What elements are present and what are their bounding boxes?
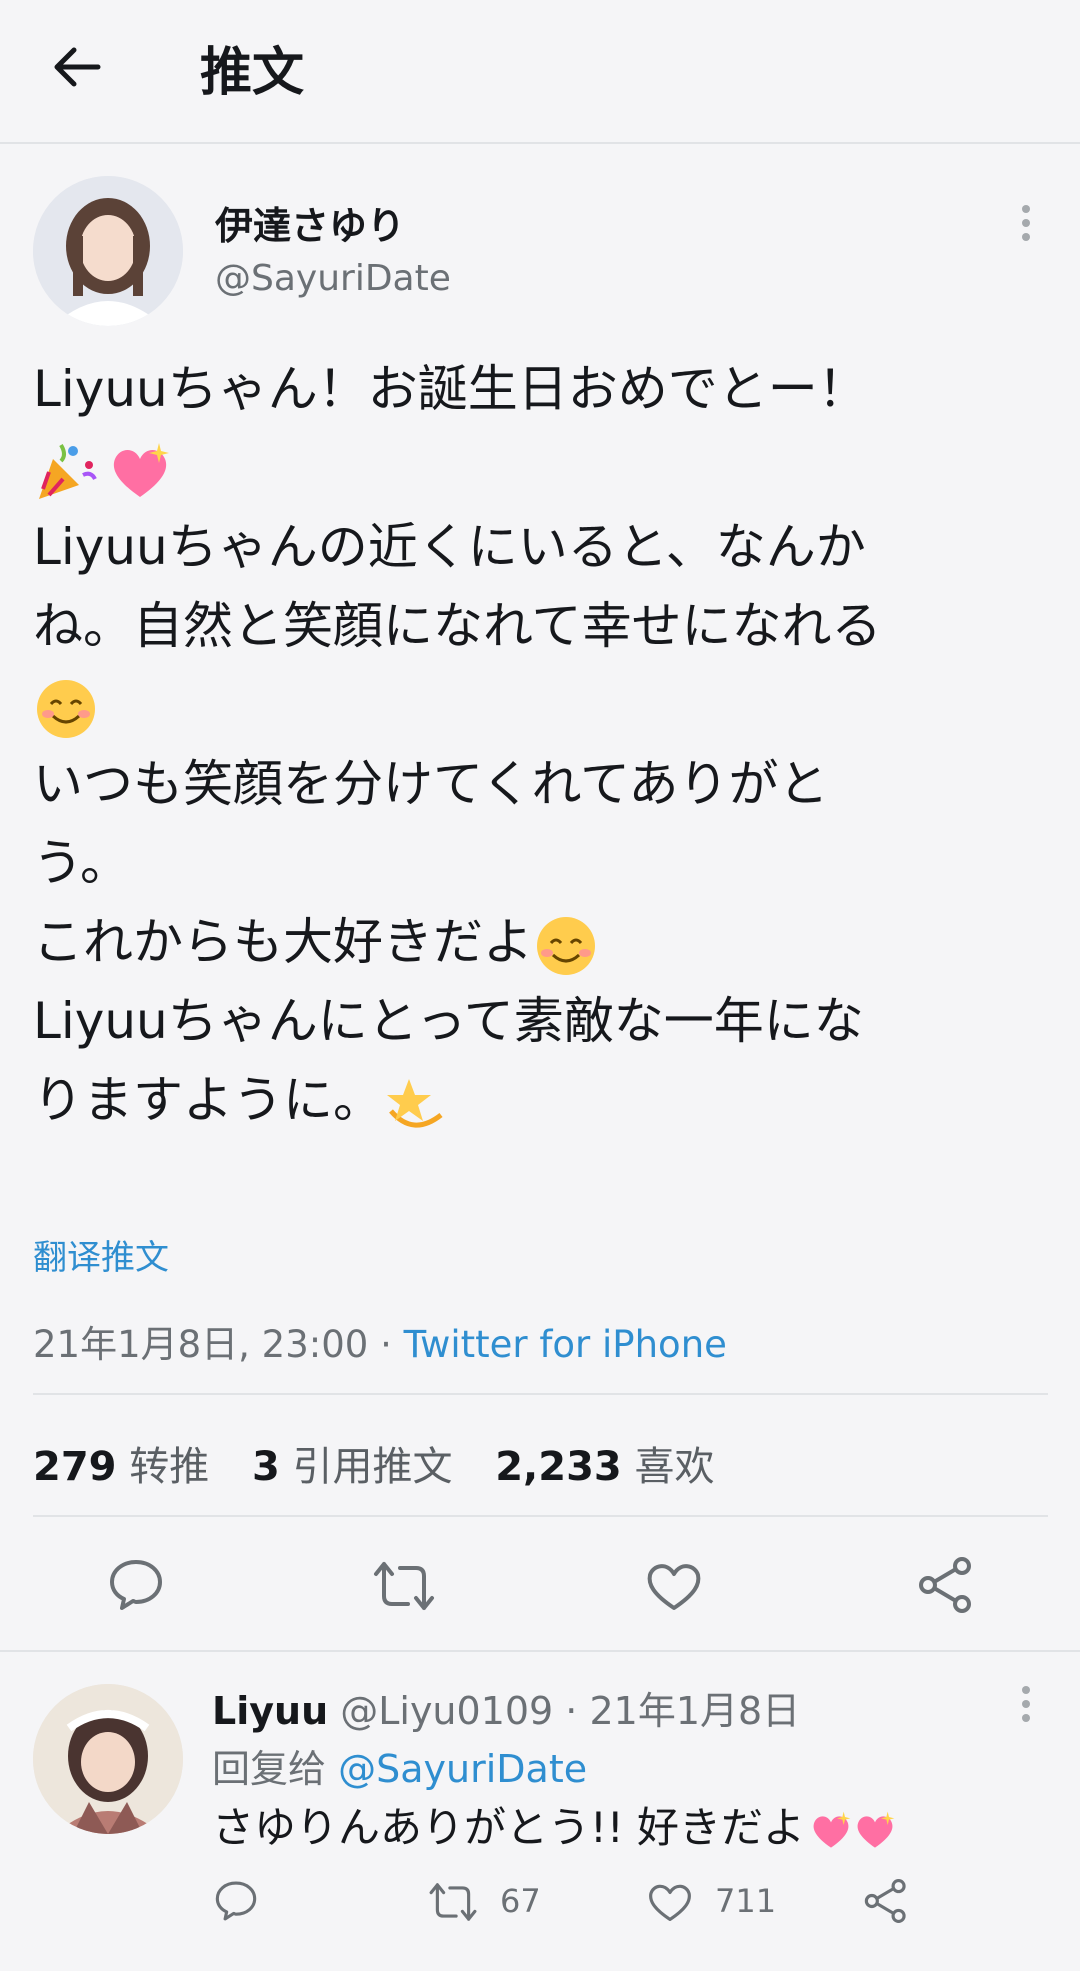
author-name[interactable]: 伊達さゆり [215,195,405,250]
retweet-button[interactable] [372,1560,436,1612]
reply-to: 回复给 @SayuriDate [212,1738,587,1793]
reply-retweet-count: 67 [500,1882,541,1920]
avatar[interactable] [33,176,183,326]
party-popper-icon [39,443,97,499]
source-link[interactable]: Twitter for iPhone [404,1323,727,1366]
top-bar: 推文 [0,0,1080,144]
reply-avatar[interactable] [33,1684,183,1834]
reply-author-name[interactable]: Liyuu [212,1689,328,1733]
reply-to-label: 回复给 [212,1747,327,1791]
author-handle[interactable]: @SayuriDate [215,258,451,299]
timestamp: 21年1月8日, 23:00 · [33,1323,404,1366]
smiling-blush-face-icon [537,916,595,975]
heart-icon [649,1884,691,1922]
reply-text: さゆりんありがとう!! 好きだよ [212,1794,897,1855]
reply-author-handle[interactable]: @Liyu0109 · 21年1月8日 [340,1689,800,1733]
tweet-stats: 279 转推 3 引用推文 2,233 喜欢 [33,1434,714,1492]
retweet-icon [374,1562,434,1610]
reply-header[interactable]: Liyuu @Liyu0109 · 21年1月8日 [212,1680,800,1735]
more-options-icon[interactable] [1020,205,1032,247]
share-icon [864,1879,906,1924]
tweet-line-with-emoji: これからも大好きだよ [33,903,1053,982]
tweet-line: いつも笑顔を分けてくれてありがと [33,755,829,813]
back-arrow-icon[interactable] [48,42,108,92]
divider [33,1393,1048,1395]
divider [0,1650,1080,1652]
reply-like-button[interactable] [647,1881,693,1923]
sparkling-heart-icon [857,1811,895,1848]
tweet-line: りますように。 [33,1071,383,1129]
like-button[interactable] [645,1560,703,1612]
tweet-emoji-line [33,666,1053,745]
tweet-meta: 21年1月8日, 23:00 · Twitter for iPhone [33,1314,727,1368]
page-title: 推文 [200,43,305,103]
retweet-icon [429,1883,477,1921]
tweet-emoji-line [33,429,1053,508]
translate-tweet-link[interactable]: 翻译推文 [33,1230,169,1279]
reply-like-count: 711 [715,1882,777,1920]
reply-icon [110,1560,162,1610]
tweet-line-with-emoji: りますように。 [33,1061,1053,1140]
smiling-face-icon [37,679,95,738]
sparkling-heart-icon [113,442,169,497]
share-button[interactable] [918,1556,974,1614]
likes-label[interactable]: 喜欢 [634,1444,714,1490]
retweets-count[interactable]: 279 [33,1444,117,1490]
tweet-line: これからも大好きだよ [33,913,533,971]
tweet-line: ね。自然と笑顔になれて幸せになれる [33,597,882,655]
reply-retweet-button[interactable] [428,1881,478,1923]
heart-icon [647,1564,701,1610]
dizzy-star-icon [387,1078,443,1127]
reply-reply-button[interactable] [214,1880,258,1922]
tweet-line: う。 [33,834,130,892]
reply-icon [215,1881,257,1921]
reply-to-mention[interactable]: @SayuriDate [338,1747,587,1791]
reply-more-options-icon[interactable] [1020,1686,1032,1728]
share-icon [919,1557,971,1613]
likes-count[interactable]: 2,233 [495,1444,622,1490]
tweet-line: Liyuuちゃんの近くにいると、なんか [33,518,866,576]
reply-share-button[interactable] [864,1878,908,1924]
quotes-label[interactable]: 引用推文 [293,1444,453,1490]
reply-button[interactable] [108,1558,164,1612]
tweet-text: Liyuuちゃん！お誕生日おめでとー！ Liyuuちゃんの近くにいると、なんか … [33,350,1053,1140]
tweet-line: Liyuuちゃん！お誕生日おめでとー！ [33,360,868,418]
reply-text-content: さゆりんありがとう!! 好きだよ [212,1803,806,1852]
retweets-label[interactable]: 转推 [129,1444,209,1490]
sparkling-heart-icon [813,1811,851,1848]
quotes-count[interactable]: 3 [252,1444,280,1490]
tweet-line: Liyuuちゃんにとって素敵な一年にな [33,992,864,1050]
divider [33,1515,1048,1517]
